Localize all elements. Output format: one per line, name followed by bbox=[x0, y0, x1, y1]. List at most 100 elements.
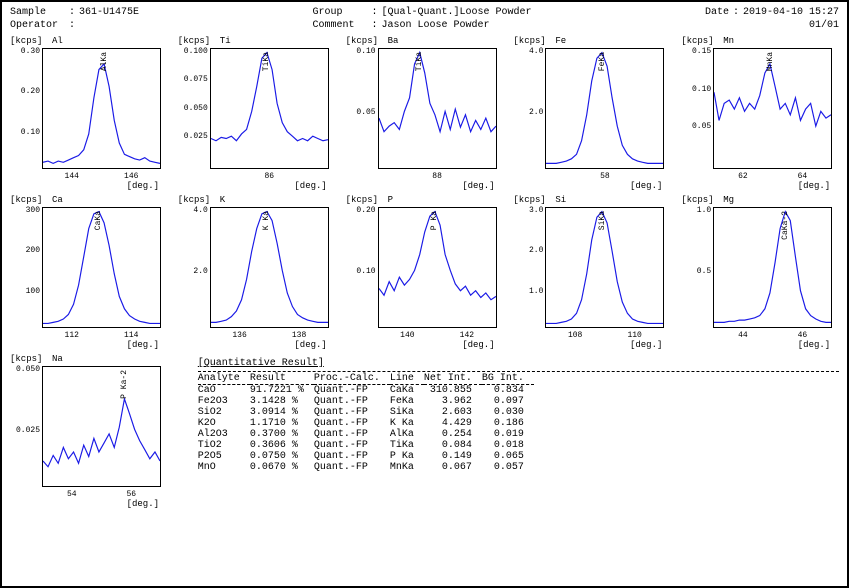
chart-title: P bbox=[388, 195, 393, 205]
x-ticks: 86 bbox=[210, 172, 329, 181]
x-ticks: 6264 bbox=[713, 172, 832, 181]
chart-p: [kcps] P 0.200.10 P Ka 140142[deg.] bbox=[346, 195, 501, 350]
date-value: 2019-04-10 15:27 bbox=[743, 6, 839, 19]
chart-title: Ba bbox=[388, 36, 399, 46]
table-row: K2O1.1710 %Quant.-FPK Ka4.4290.186 bbox=[198, 418, 534, 429]
y-axis-label: [kcps] bbox=[346, 195, 378, 205]
chart-mn: [kcps] Mn 0.150.100.050.00 MnKa 6264[deg.] bbox=[681, 36, 836, 191]
chart-title: Fe bbox=[555, 36, 566, 46]
plot-area bbox=[713, 207, 832, 328]
date-label: Date bbox=[705, 6, 729, 19]
results-title: [Quantitative Result] bbox=[198, 358, 839, 369]
x-ticks: 136138 bbox=[210, 331, 329, 340]
peak-label: P Ka bbox=[430, 211, 439, 230]
chart-title: Na bbox=[52, 354, 63, 364]
y-axis-label: [kcps] bbox=[513, 195, 545, 205]
peak-label: SiKa bbox=[598, 211, 607, 230]
peak-label: MnKa bbox=[766, 52, 775, 71]
y-ticks: 4.02.0 bbox=[178, 207, 208, 328]
table-row: SiO23.0914 %Quant.-FPSiKa2.6030.030 bbox=[198, 407, 534, 418]
chart-fe: [kcps] Fe 4.02.0 FeKa 58[deg.] bbox=[513, 36, 668, 191]
plot-area bbox=[42, 366, 161, 487]
comment-value: Jason Loose Powder bbox=[381, 19, 489, 32]
x-axis-label: [deg.] bbox=[462, 340, 494, 350]
x-ticks: 112114 bbox=[42, 331, 161, 340]
comment-label: Comment bbox=[312, 19, 367, 32]
x-axis-label: [deg.] bbox=[798, 340, 830, 350]
chart-ba: [kcps] Ba 0.100.05 TiKa 88[deg.] bbox=[346, 36, 501, 191]
x-ticks: 144146 bbox=[42, 172, 161, 181]
peak-label: AlKa bbox=[100, 52, 109, 71]
x-axis-label: [deg.] bbox=[798, 181, 830, 191]
x-ticks: 5456 bbox=[42, 490, 161, 499]
y-axis-label: [kcps] bbox=[513, 36, 545, 46]
results-table: AnalyteResultProc.-Calc.LineNet Int.BG I… bbox=[198, 373, 534, 473]
chart-ca: [kcps] Ca 300200100 CaKa 112114[deg.] bbox=[10, 195, 165, 350]
y-ticks: 0.150.100.050.00 bbox=[681, 48, 711, 169]
table-row: Fe2O33.1428 %Quant.-FPFeKa3.9620.097 bbox=[198, 396, 534, 407]
page-number: 01/01 bbox=[809, 20, 839, 31]
y-ticks: 0.100.05 bbox=[346, 48, 376, 169]
x-axis-label: [deg.] bbox=[294, 340, 326, 350]
y-ticks: 0.0500.025 bbox=[10, 366, 40, 487]
chart-k: [kcps]K4.02.0K Ka136138[deg.] bbox=[178, 195, 333, 350]
x-ticks: 108110 bbox=[545, 331, 664, 340]
table-row: P2O50.0750 %Quant.-FPP Ka0.1490.065 bbox=[198, 451, 534, 462]
plot-area bbox=[378, 48, 497, 169]
chart-title: Ti bbox=[220, 36, 231, 46]
y-axis-label: [kcps] bbox=[681, 36, 713, 46]
y-ticks: 3.02.01.0 bbox=[513, 207, 543, 328]
chart-na: [kcps] Na 0.0500.025 P Ka-2 5456[deg.] bbox=[10, 354, 165, 509]
y-axis-label: [kcps] bbox=[178, 195, 210, 205]
peak-label: CaKa-2 bbox=[781, 211, 790, 240]
y-ticks: 0.1000.0750.0500.0250.000 bbox=[178, 48, 208, 169]
y-axis-label: [kcps] bbox=[681, 195, 713, 205]
y-axis-label: [kcps] bbox=[10, 36, 42, 46]
peak-label: TiKa bbox=[262, 52, 271, 71]
sample-label: Sample bbox=[10, 6, 65, 19]
x-axis-label: [deg.] bbox=[462, 181, 494, 191]
y-ticks: 4.02.0 bbox=[513, 48, 543, 169]
peak-label: K Ka bbox=[262, 211, 271, 230]
group-value: [Qual-Quant.]Loose Powder bbox=[381, 6, 531, 19]
x-axis-label: [deg.] bbox=[127, 499, 159, 509]
table-row: MnO0.0670 %Quant.-FPMnKa0.0670.057 bbox=[198, 462, 534, 473]
table-row: CaO91.7221 %Quant.-FPCaKa310.8550.834 bbox=[198, 385, 534, 397]
y-ticks: 0.200.10 bbox=[346, 207, 376, 328]
chart-si: [kcps] Si 3.02.01.0 SiKa 108110[deg.] bbox=[513, 195, 668, 350]
operator-label: Operator bbox=[10, 19, 65, 32]
quantitative-results: [Quantitative Result] AnalyteResultProc.-… bbox=[178, 354, 839, 509]
group-label: Group bbox=[312, 6, 367, 19]
y-ticks: 0.300.200.10 bbox=[10, 48, 40, 169]
chart-title: Al bbox=[52, 36, 63, 46]
y-axis-label: [kcps] bbox=[178, 36, 210, 46]
x-axis-label: [deg.] bbox=[127, 340, 159, 350]
x-ticks: 140142 bbox=[378, 331, 497, 340]
chart-al: [kcps] Al 0.300.200.10 AlKa 144146[deg.] bbox=[10, 36, 165, 191]
chart-title: Si bbox=[555, 195, 566, 205]
peak-label: P Ka-2 bbox=[120, 370, 129, 399]
sample-value: 361-U1475E bbox=[79, 6, 139, 19]
peak-label: FeKa bbox=[598, 52, 607, 71]
x-ticks: 4446 bbox=[713, 331, 832, 340]
table-row: Al2O30.3700 %Quant.-FPAlKa0.2540.019 bbox=[198, 429, 534, 440]
charts-grid: [kcps]Al0.300.200.10AlKa144146[deg.][kcp… bbox=[10, 36, 839, 509]
x-ticks: 58 bbox=[545, 172, 664, 181]
x-ticks: 88 bbox=[378, 172, 497, 181]
x-axis-label: [deg.] bbox=[127, 181, 159, 191]
peak-label: CaKa bbox=[94, 211, 103, 230]
table-row: TiO20.3606 %Quant.-FPTiKa0.0840.018 bbox=[198, 440, 534, 451]
x-axis-label: [deg.] bbox=[630, 340, 662, 350]
chart-title: Mn bbox=[723, 36, 734, 46]
peak-label: TiKa bbox=[415, 52, 424, 71]
y-axis-label: [kcps] bbox=[10, 195, 42, 205]
x-axis-label: [deg.] bbox=[630, 181, 662, 191]
chart-title: Ca bbox=[52, 195, 63, 205]
y-axis-label: [kcps] bbox=[346, 36, 378, 46]
y-ticks: 300200100 bbox=[10, 207, 40, 328]
x-axis-label: [deg.] bbox=[294, 181, 326, 191]
report-page: Sample: 361-U1475E Operator: Group: [Qua… bbox=[0, 0, 849, 588]
chart-ti: [kcps] Ti 0.1000.0750.0500.0250.000 TiKa 86[… bbox=[178, 36, 333, 191]
report-header: Sample: 361-U1475E Operator: Group: [Qua… bbox=[10, 6, 839, 32]
y-axis-label: [kcps] bbox=[10, 354, 42, 364]
